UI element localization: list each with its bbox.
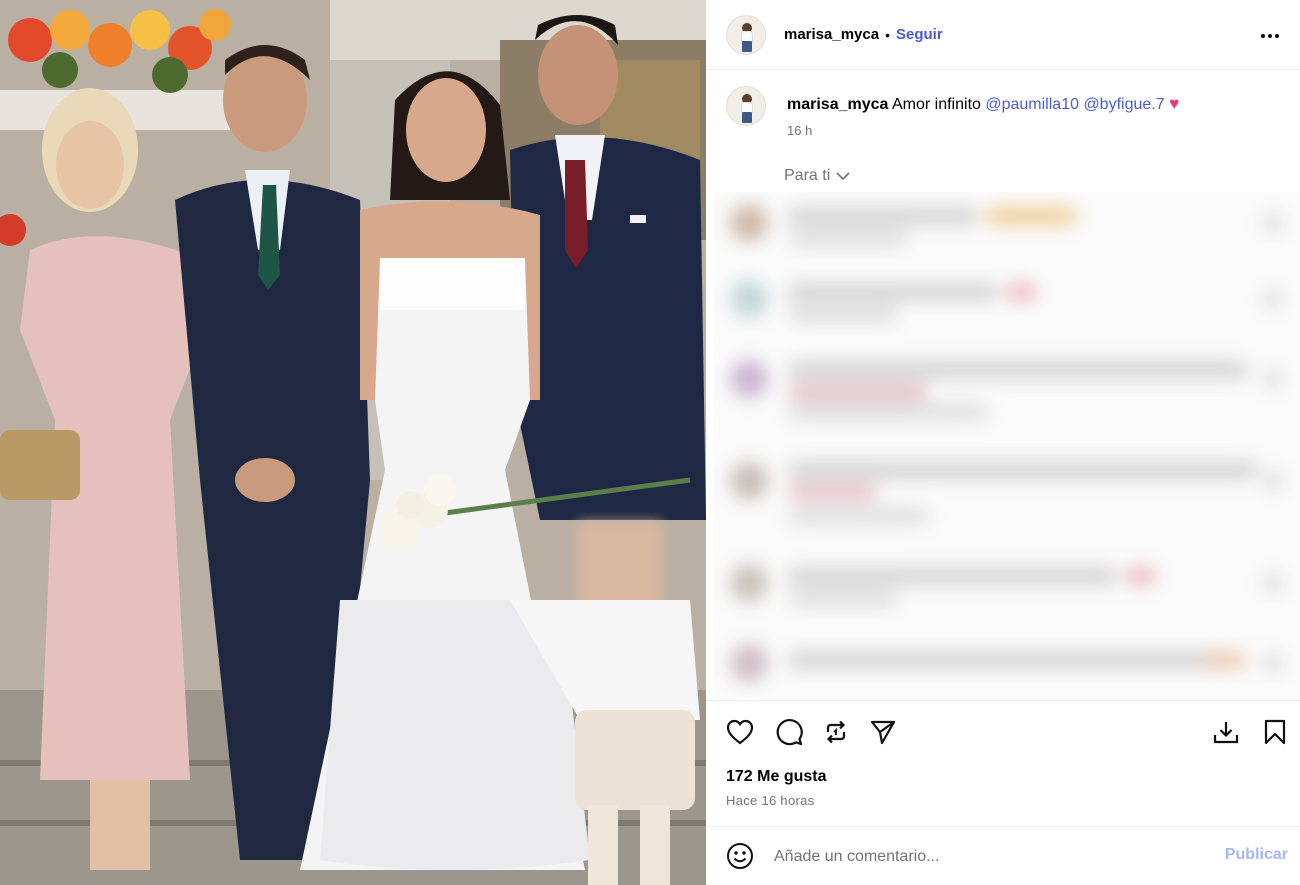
save-download-icon[interactable]: [1210, 716, 1242, 748]
comment-input[interactable]: [774, 844, 1194, 870]
follow-button[interactable]: Seguir: [896, 26, 943, 43]
heart-emoji: ♥: [1169, 94, 1180, 113]
comments-list-blurred: [714, 192, 1300, 697]
bookmark-icon[interactable]: [1259, 716, 1291, 748]
list-item: [726, 454, 1286, 524]
comment-sort-label: Para ti: [784, 167, 831, 184]
author-avatar[interactable]: [726, 14, 766, 55]
publish-button[interactable]: Publicar: [1225, 846, 1288, 864]
list-item: [726, 352, 1286, 420]
author-username[interactable]: marisa_myca: [784, 26, 879, 43]
repost-icon[interactable]: [820, 716, 852, 748]
post-header: marisa_myca • Seguir: [706, 0, 1300, 70]
post-action-bar: [706, 716, 1300, 752]
likes-count[interactable]: 172 Me gusta: [726, 768, 826, 786]
list-item: [726, 272, 1286, 332]
post-time-ago: Hace 16 horas: [726, 793, 815, 808]
wedding-photo-illustration: [0, 0, 706, 885]
share-icon[interactable]: [867, 716, 899, 748]
divider: [706, 826, 1300, 827]
more-horizontal-icon[interactable]: [1258, 24, 1282, 48]
caption-text: Amor infinito: [891, 96, 981, 113]
separator-dot: •: [885, 26, 890, 43]
heart-icon[interactable]: [724, 716, 756, 748]
list-item: [726, 556, 1286, 616]
caption-username[interactable]: marisa_myca: [787, 96, 888, 113]
mention-link[interactable]: @byfigue.7: [1083, 96, 1164, 113]
caption-avatar[interactable]: [726, 86, 766, 126]
post-photo[interactable]: [0, 0, 706, 885]
chevron-down-icon: [836, 171, 850, 180]
list-item: [726, 636, 1286, 696]
mention-link[interactable]: @paumilla10: [985, 96, 1079, 113]
emoji-icon[interactable]: [726, 842, 754, 870]
comment-sort-dropdown[interactable]: Para ti: [784, 167, 850, 185]
post-detail-panel: marisa_myca • Seguir marisa_myca Amor in…: [706, 0, 1300, 885]
list-item: [726, 196, 1286, 256]
caption-timestamp[interactable]: 16 h: [787, 123, 812, 138]
divider: [706, 700, 1300, 701]
comment-icon[interactable]: [773, 716, 805, 748]
